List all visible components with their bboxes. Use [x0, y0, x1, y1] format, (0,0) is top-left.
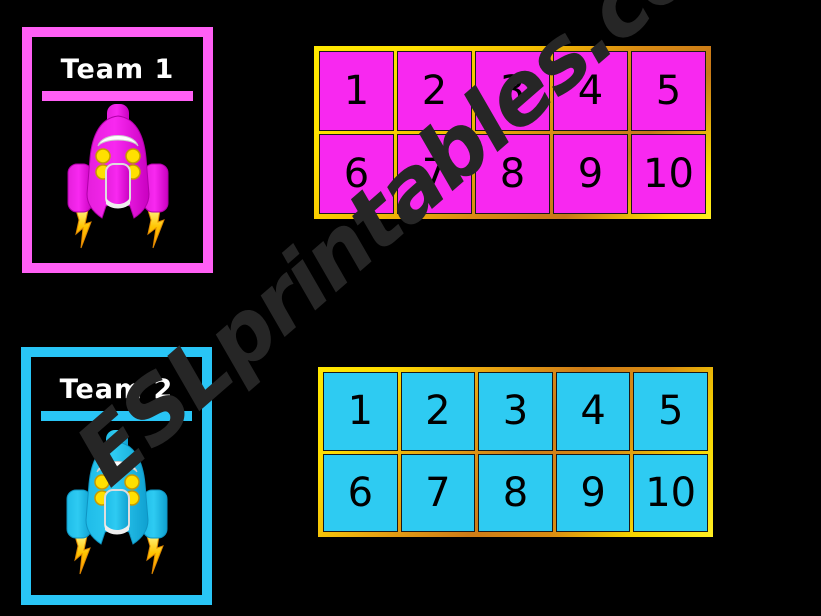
number-cell[interactable]: 5 [631, 51, 706, 131]
team-panel-divider [42, 91, 193, 101]
number-cell[interactable]: 4 [553, 51, 628, 131]
number-cell[interactable]: 3 [478, 372, 553, 451]
team-title-label: Team 2 [59, 373, 174, 405]
team-car-illustration [41, 421, 192, 585]
number-cell[interactable]: 2 [400, 372, 476, 451]
team-panel-team-2[interactable]: Team 2 [21, 347, 212, 605]
number-cell[interactable]: 1 [319, 51, 394, 131]
number-cell[interactable]: 6 [319, 134, 394, 214]
number-grid-team-2[interactable]: 1 2 3 4 5 6 7 8 9 10 [318, 367, 713, 537]
number-cell[interactable]: 2 [397, 51, 472, 131]
team-panel-team-1[interactable]: Team 1 [22, 27, 213, 273]
number-cell[interactable]: 10 [631, 134, 706, 214]
number-grid-team-1[interactable]: 1 2 3 4 5 6 7 8 9 10 [314, 46, 711, 219]
number-cell[interactable]: 8 [475, 134, 550, 214]
slide-canvas: ESLprintables.com Team 1 1 2 3 4 5 6 7 8… [0, 0, 821, 616]
team-title-bar: Team 1 [42, 47, 193, 91]
number-cell[interactable]: 7 [400, 453, 476, 532]
team-title-label: Team 1 [60, 53, 175, 85]
team-panel-divider [41, 411, 192, 421]
number-cell[interactable]: 7 [397, 134, 472, 214]
number-cell[interactable]: 6 [323, 453, 398, 532]
number-cell[interactable]: 5 [633, 372, 708, 451]
number-cell[interactable]: 1 [323, 372, 398, 451]
team-title-bar: Team 2 [41, 367, 192, 411]
number-cell[interactable]: 9 [553, 134, 628, 214]
number-cell[interactable]: 4 [555, 372, 631, 451]
number-cell[interactable]: 8 [478, 453, 553, 532]
team-car-illustration [42, 101, 193, 253]
number-cell[interactable]: 3 [475, 51, 550, 131]
racing-car-icon [67, 104, 168, 249]
number-cell[interactable]: 10 [633, 453, 708, 532]
racing-car-icon [66, 430, 167, 575]
number-cell[interactable]: 9 [555, 453, 631, 532]
